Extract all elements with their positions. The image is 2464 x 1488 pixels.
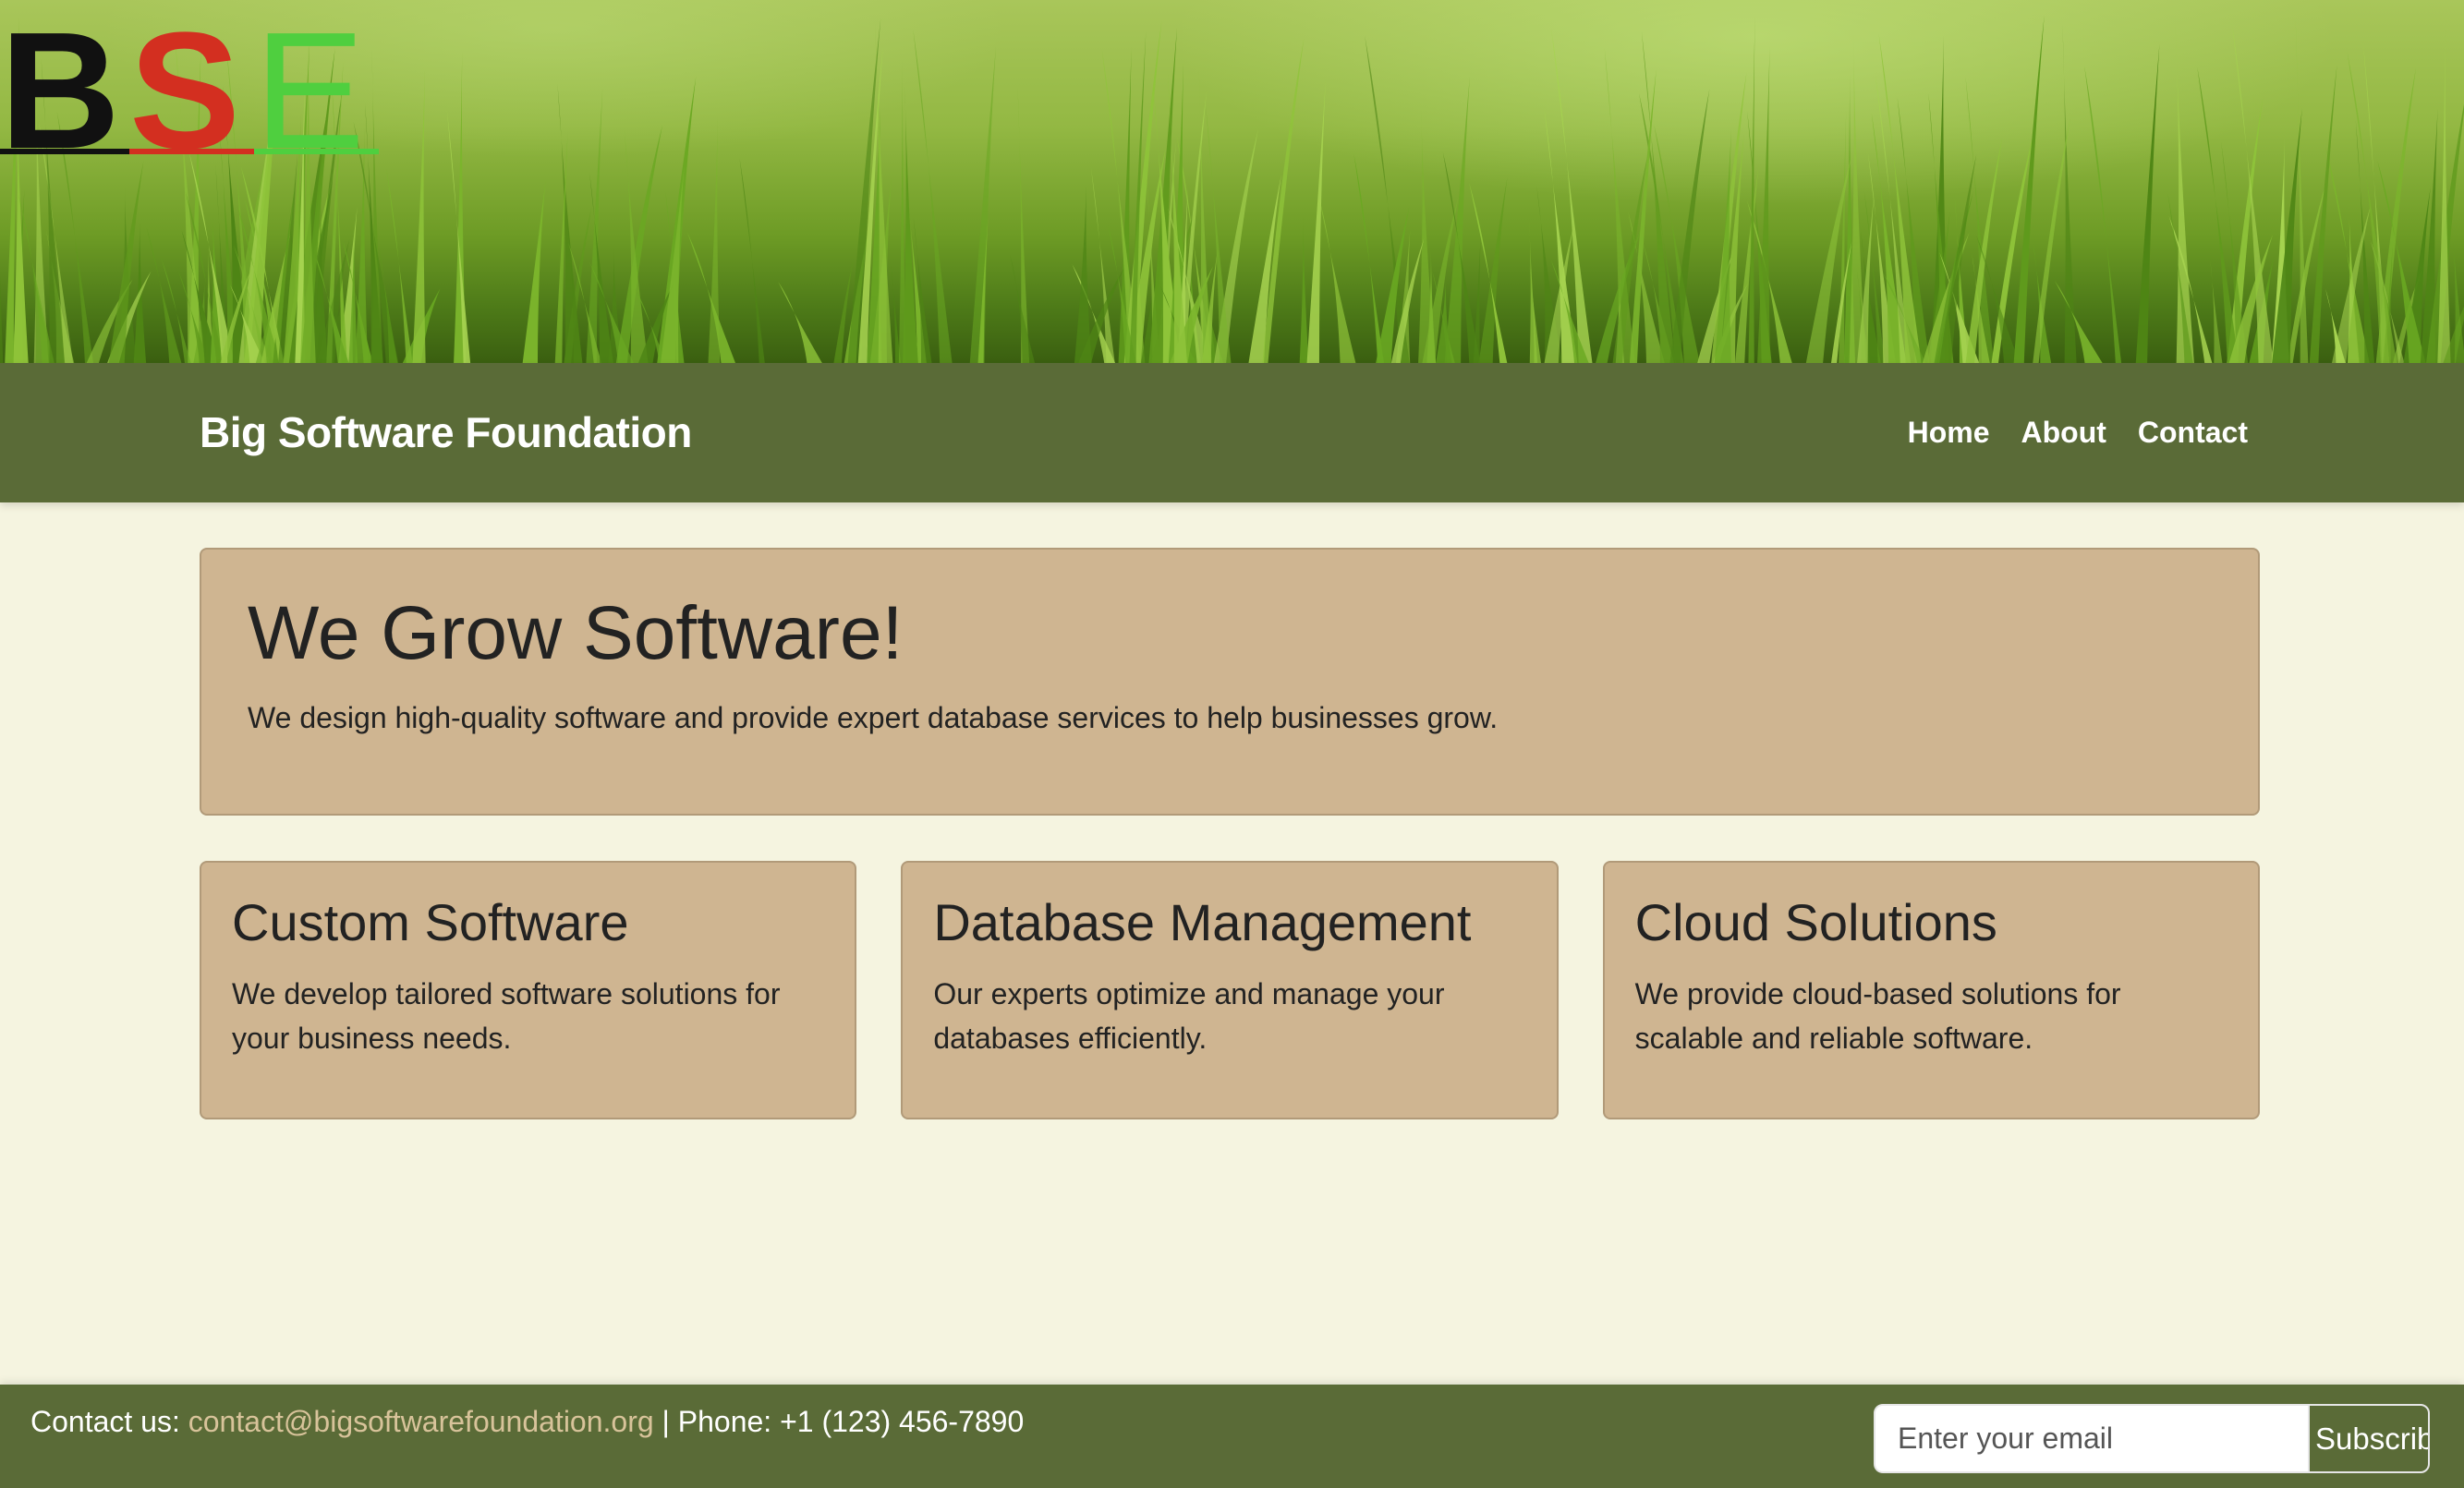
nav-link-about[interactable]: About bbox=[2021, 416, 2106, 450]
nav-links: Home About Contact bbox=[1908, 363, 2248, 502]
logo-letter-e: E bbox=[254, 0, 365, 166]
nav-link-contact[interactable]: Contact bbox=[2138, 416, 2248, 450]
card-custom-software: Custom Software We develop tailored soft… bbox=[200, 861, 857, 1119]
subscribe-button[interactable]: Subscribe bbox=[2308, 1406, 2428, 1471]
contact-phone: | Phone: +1 (123) 456-7890 bbox=[653, 1405, 1025, 1438]
brand-title[interactable]: Big Software Foundation bbox=[200, 363, 692, 502]
footer: Contact us: contact@bigsoftwarefoundatio… bbox=[0, 1385, 2464, 1488]
card-text: Our experts optimize and manage your dat… bbox=[933, 976, 1445, 1055]
hero-title: We Grow Software! bbox=[248, 591, 904, 675]
navbar: Big Software Foundation Home About Conta… bbox=[0, 363, 2464, 502]
card-text: We develop tailored software solutions f… bbox=[232, 976, 781, 1055]
bse-logo: B S E bbox=[0, 0, 379, 166]
contact-prefix: Contact us: bbox=[30, 1405, 180, 1438]
contact-email-link[interactable]: contact@bigsoftwarefoundation.org bbox=[188, 1405, 654, 1438]
header-banner: B S E bbox=[0, 0, 2464, 363]
logo-underline-red bbox=[129, 149, 254, 154]
card-title: Cloud Solutions bbox=[1634, 893, 1997, 951]
logo-underline-black bbox=[0, 149, 129, 154]
logo-letter-s: S bbox=[129, 0, 240, 166]
card-cloud-solutions: Cloud Solutions We provide cloud-based s… bbox=[1602, 861, 2260, 1119]
card-title: Custom Software bbox=[232, 893, 629, 951]
footer-contact: Contact us: contact@bigsoftwarefoundatio… bbox=[30, 1405, 1024, 1439]
card-database-management: Database Management Our experts optimize… bbox=[901, 861, 1559, 1119]
subscribe-form: Subscribe bbox=[1874, 1404, 2430, 1473]
service-cards: Custom Software We develop tailored soft… bbox=[200, 861, 2260, 1119]
nav-link-home[interactable]: Home bbox=[1908, 416, 1990, 450]
card-title: Database Management bbox=[933, 893, 1472, 951]
card-text: We provide cloud-based solutions for sca… bbox=[1634, 976, 2121, 1055]
logo-underline-green bbox=[254, 149, 379, 154]
email-input[interactable] bbox=[1875, 1406, 2308, 1471]
hero-subtitle: We design high-quality software and prov… bbox=[248, 701, 1499, 735]
hero-panel: We Grow Software! We design high-quality… bbox=[200, 548, 2260, 816]
logo-letter-b: B bbox=[0, 0, 120, 166]
